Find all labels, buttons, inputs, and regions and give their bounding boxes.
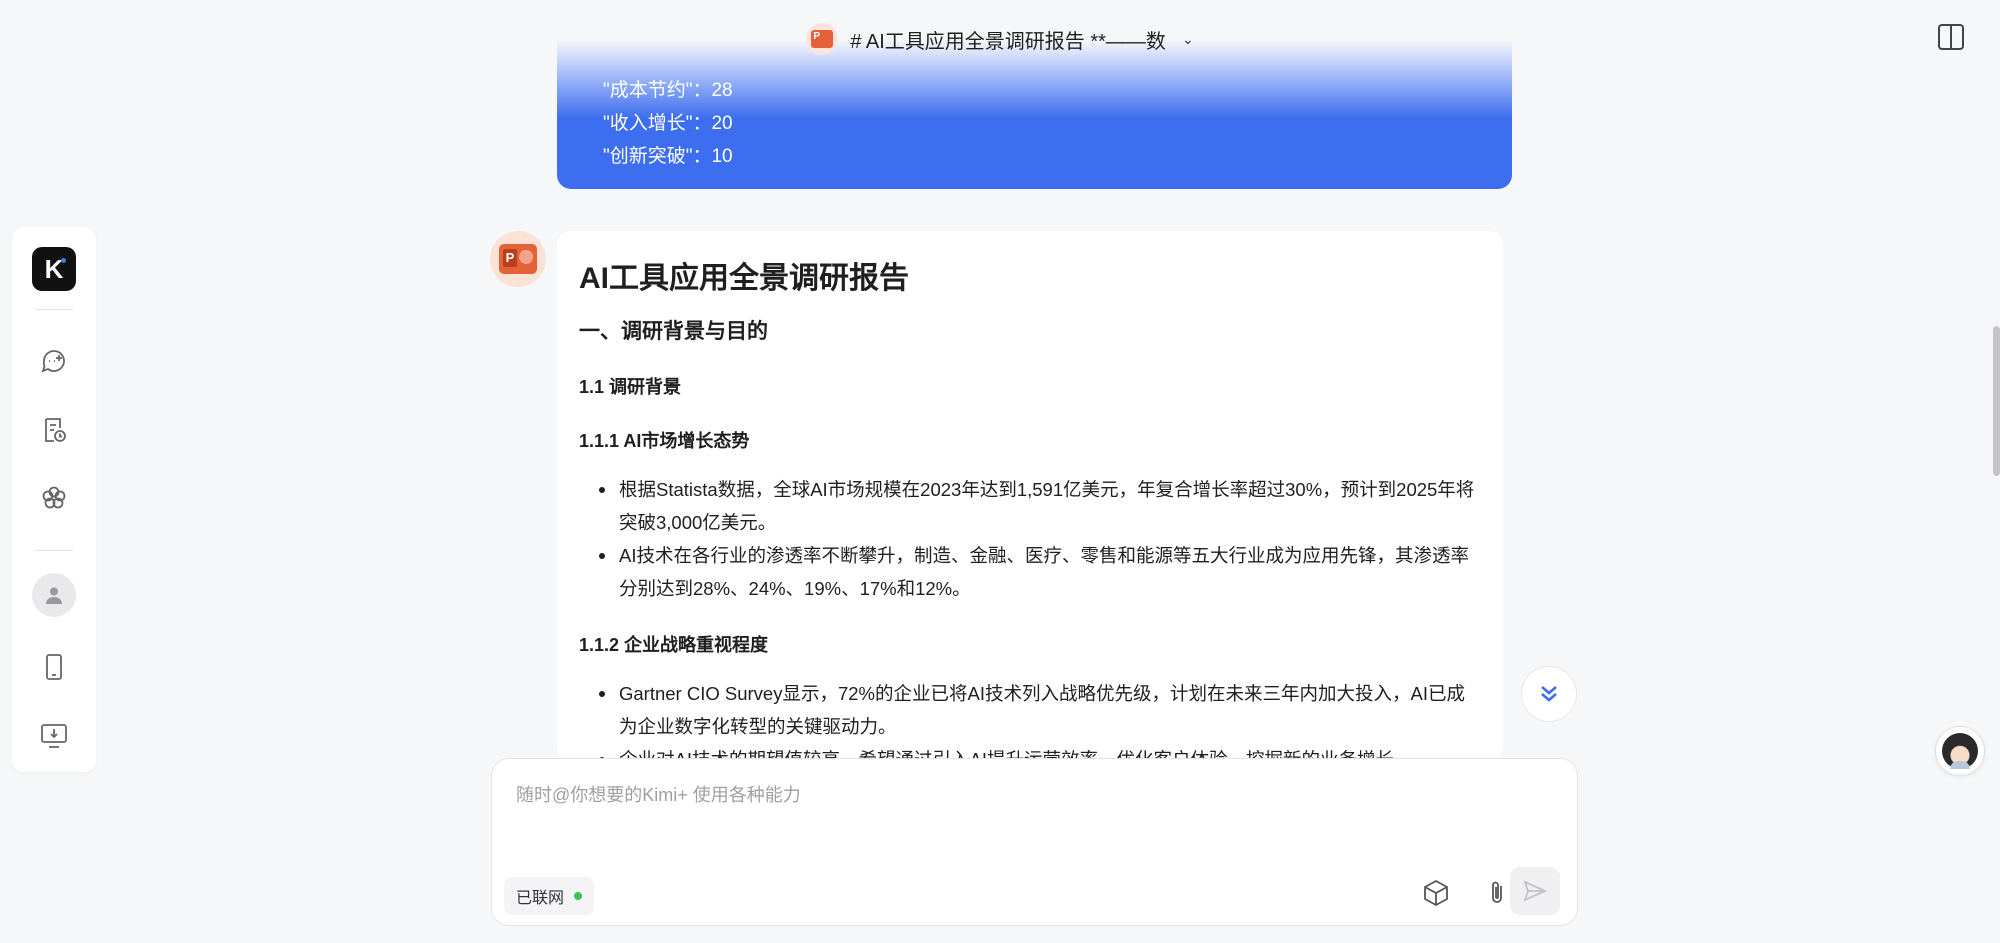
web-search-toggle[interactable]: 已联网 bbox=[504, 877, 595, 915]
net-status-label: 已联网 bbox=[516, 890, 565, 907]
assistant-avatar: P bbox=[490, 231, 546, 287]
mobile-app-icon[interactable] bbox=[32, 645, 76, 689]
assistant-helper-avatar[interactable] bbox=[1935, 726, 1985, 776]
bullet-list: 根据Statista数据，全球AI市场规模在2023年达到1,591亿美元，年复… bbox=[579, 473, 1481, 605]
user-message-line: "创新突破"：10 bbox=[603, 146, 733, 167]
scrollbar[interactable] bbox=[1993, 326, 2000, 476]
user-message-line: "收入增长"：20 bbox=[603, 113, 733, 134]
sidebar-divider bbox=[35, 309, 73, 310]
panel-toggle-icon[interactable] bbox=[1938, 24, 1964, 50]
chat-input-placeholder[interactable]: 随时@你想要的Kimi+ 使用各种能力 bbox=[516, 781, 801, 807]
history-icon[interactable] bbox=[32, 408, 76, 452]
new-chat-icon[interactable] bbox=[32, 340, 76, 384]
sidebar: K bbox=[12, 227, 96, 772]
kimi-plus-icon[interactable] bbox=[32, 476, 76, 520]
ppt-icon bbox=[806, 23, 839, 55]
list-item: 根据Statista数据，全球AI市场规模在2023年达到1,591亿美元，年复… bbox=[597, 473, 1481, 539]
header: # AI工具应用全景调研报告 **——数 ⌄ bbox=[0, 0, 2000, 78]
chat-input-box[interactable]: 随时@你想要的Kimi+ 使用各种能力 已联网 bbox=[491, 758, 1578, 926]
online-indicator bbox=[574, 892, 583, 900]
list-item: Gartner CIO Survey显示，72%的企业已将AI技术列入战略优先级… bbox=[597, 677, 1481, 743]
bullet-list: Gartner CIO Survey显示，72%的企业已将AI技术列入战略优先级… bbox=[579, 677, 1481, 761]
chevron-down-icon: ⌄ bbox=[1181, 30, 1194, 47]
cube-icon[interactable] bbox=[1412, 869, 1460, 917]
subsection-heading: 1.1 调研背景 bbox=[579, 377, 682, 397]
user-avatar[interactable] bbox=[32, 573, 76, 617]
user-message-line: "成本节约"：28 bbox=[603, 80, 733, 101]
scroll-to-bottom-button[interactable] bbox=[1521, 666, 1577, 722]
send-icon bbox=[1523, 880, 1548, 902]
subsection-heading: 1.1.2 企业战略重视程度 bbox=[579, 635, 769, 655]
list-item: AI技术在各行业的渗透率不断攀升，制造、金融、医疗、零售和能源等五大行业成为应用… bbox=[597, 539, 1481, 605]
conversation-title: # AI工具应用全景调研报告 **——数 bbox=[850, 30, 1166, 53]
subsection-heading: 1.1.1 AI市场增长态势 bbox=[579, 431, 750, 451]
double-chevron-down-icon bbox=[1541, 686, 1557, 702]
report-title: AI工具应用全景调研报告 bbox=[579, 262, 909, 295]
section-heading: 一、调研背景与目的 bbox=[579, 320, 768, 343]
ppt-icon: P bbox=[503, 249, 517, 267]
kimi-logo[interactable]: K bbox=[32, 247, 76, 291]
assistant-message-card: AI工具应用全景调研报告 一、调研背景与目的 1.1 调研背景 1.1.1 AI… bbox=[557, 231, 1503, 761]
send-button[interactable] bbox=[1510, 867, 1560, 915]
desktop-download-icon[interactable] bbox=[32, 713, 76, 757]
sidebar-divider bbox=[35, 550, 73, 551]
conversation-title-dropdown[interactable]: # AI工具应用全景调研报告 **——数 ⌄ bbox=[806, 23, 1194, 55]
